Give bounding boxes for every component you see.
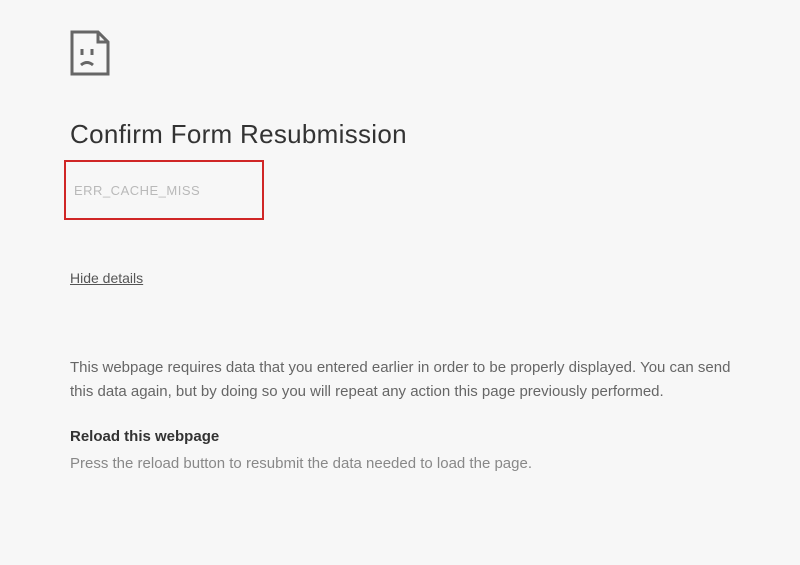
error-code: ERR_CACHE_MISS (74, 183, 200, 198)
hide-details-link[interactable]: Hide details (70, 270, 143, 286)
page-title: Confirm Form Resubmission (70, 119, 800, 150)
frown-page-icon (70, 30, 110, 76)
error-code-highlight: ERR_CACHE_MISS (64, 160, 264, 220)
error-icon-container (70, 30, 800, 81)
reload-heading: Reload this webpage (70, 428, 800, 445)
explanation-text: This webpage requires data that you ente… (70, 356, 735, 404)
reload-instruction: Press the reload button to resubmit the … (70, 453, 800, 476)
